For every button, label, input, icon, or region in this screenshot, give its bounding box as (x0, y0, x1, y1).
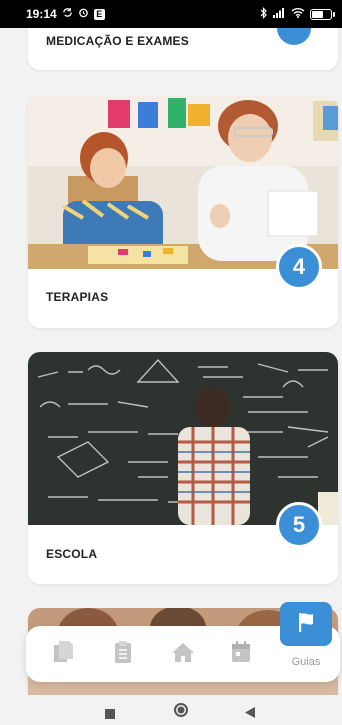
number-badge: 5 (276, 502, 322, 548)
status-time: 19:14 (26, 7, 57, 21)
status-bar: 19:14 E (0, 0, 342, 28)
nav-guias[interactable] (280, 602, 332, 646)
nav-clipboard[interactable] (108, 640, 138, 668)
card-title: MEDICAÇÃO E EXAMES (46, 34, 189, 48)
card-terapias[interactable]: 4 TERAPIAS (28, 96, 338, 328)
home-icon (171, 641, 195, 668)
sync-icon (62, 7, 73, 21)
status-right (260, 6, 335, 22)
nav-label-guias: Guias (291, 656, 321, 668)
bluetooth-icon (260, 6, 268, 22)
alarm-icon (78, 7, 89, 21)
number-badge: 4 (276, 244, 322, 290)
nav-calendar[interactable] (226, 640, 256, 668)
notification-box-icon: E (93, 8, 105, 20)
card-title: ESCOLA (46, 547, 98, 561)
system-navigation (0, 695, 342, 725)
therapy-photo (28, 96, 338, 269)
chalkboard-photo (28, 352, 338, 525)
nav-documents[interactable] (48, 640, 78, 668)
back-button[interactable] (245, 705, 256, 723)
clipboard-icon (113, 640, 133, 669)
home-button[interactable] (174, 703, 188, 722)
card-title: TERAPIAS (46, 290, 109, 304)
wifi-icon (291, 7, 305, 21)
battery-icon (310, 8, 335, 20)
calendar-icon (230, 640, 252, 669)
signal-icon (273, 7, 286, 21)
nav-home[interactable] (168, 640, 198, 668)
documents-icon (52, 640, 74, 669)
bottom-navigation: Guias (26, 602, 340, 682)
card-escola[interactable]: 5 ESCOLA (28, 352, 338, 584)
status-left: 19:14 E (26, 7, 105, 21)
recent-apps-button[interactable] (105, 706, 115, 724)
flag-icon (294, 610, 318, 639)
